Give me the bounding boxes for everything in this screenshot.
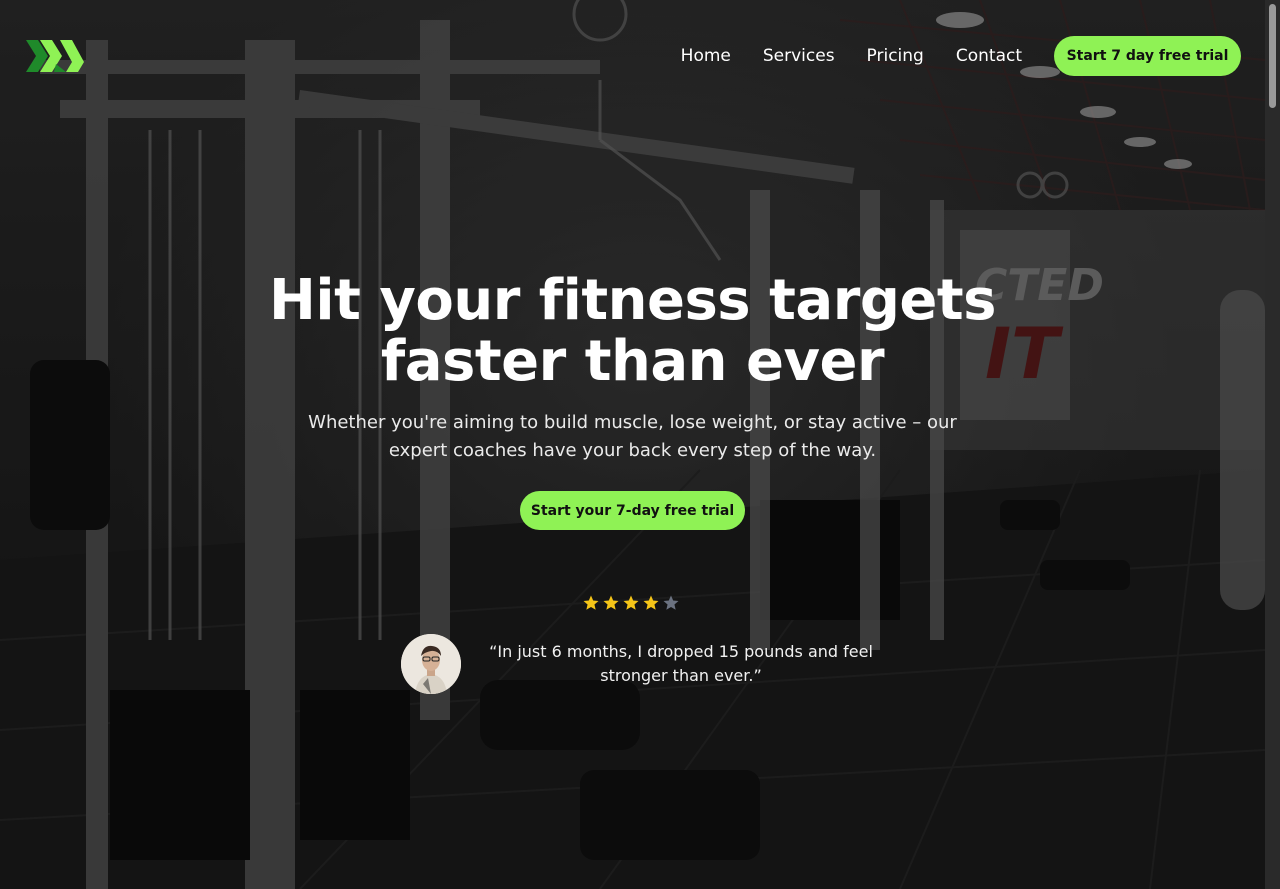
nav-pricing-link[interactable]: Pricing [867, 36, 924, 76]
hero-title-line-2: faster than ever [380, 329, 885, 394]
landing-page: CTED IT Home Services Pricing Contact St… [0, 0, 1280, 889]
avatar [401, 634, 461, 694]
testimonial: “In just 6 months, I dropped 15 pounds a… [401, 634, 891, 694]
page-scrollbar[interactable] [1265, 0, 1280, 889]
scrollbar-thumb[interactable] [1269, 4, 1276, 108]
nav-home-link[interactable]: Home [681, 36, 731, 76]
star-empty-icon [663, 595, 679, 610]
brand-chevron-logo-icon [26, 40, 84, 72]
testimonial-quote: “In just 6 months, I dropped 15 pounds a… [489, 642, 873, 685]
brand-logo[interactable] [26, 36, 88, 76]
star-filled-icon [603, 595, 619, 610]
rating-stars [582, 594, 682, 612]
star-filled-icon [583, 595, 599, 610]
header-free-trial-button[interactable]: Start 7 day free trial [1054, 36, 1241, 76]
person-avatar-icon [401, 634, 461, 694]
hero-section: Hit your fitness targets faster than eve… [0, 270, 1265, 530]
nav-services-link[interactable]: Services [763, 36, 835, 76]
star-filled-icon [643, 595, 659, 610]
hero-free-trial-button[interactable]: Start your 7-day free trial [520, 491, 745, 530]
star-filled-icon [623, 595, 639, 610]
main-nav: Home Services Pricing Contact Start 7 da… [681, 36, 1241, 76]
hero-title: Hit your fitness targets faster than eve… [0, 270, 1265, 392]
nav-contact-link[interactable]: Contact [956, 36, 1022, 76]
hero-title-line-1: Hit your fitness targets [269, 268, 996, 333]
hero-subtitle: Whether you're aiming to build muscle, l… [308, 412, 957, 461]
